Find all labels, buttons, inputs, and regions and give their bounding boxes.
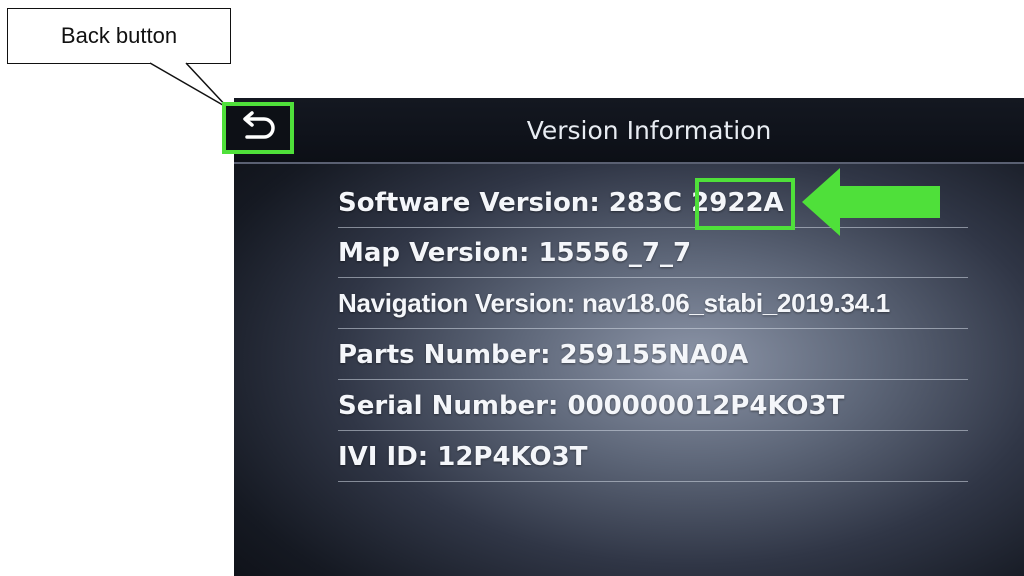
map-version-row[interactable]: Map Version: 15556_7_7 [338,228,968,278]
callout-label: Back button [60,23,178,48]
parts-number-label: Parts Number: 259155NA0A [338,339,749,370]
back-arrow-icon [243,111,275,139]
map-version-label: Map Version: 15556_7_7 [338,237,692,268]
ivi-id-label: IVI ID: 12P4KO3T [338,441,588,472]
navigation-version-label: Navigation Version: nav18.06_stabi_2019.… [338,288,890,318]
page: Back button Version Information Software… [0,0,1024,576]
ivi-id-row[interactable]: IVI ID: 12P4KO3T [338,432,968,482]
parts-number-row[interactable]: Parts Number: 259155NA0A [338,330,968,380]
page-title: Version Information [526,115,772,145]
software-version-row[interactable]: Software Version: 283C 2922A [338,178,968,228]
serial-number-row[interactable]: Serial Number: 000000012P4KO3T [338,381,968,431]
callout-box: Back button [7,8,231,64]
software-version-label: Software Version: 283C 2922A [338,187,784,218]
serial-number-label: Serial Number: 000000012P4KO3T [338,390,845,421]
navigation-version-row[interactable]: Navigation Version: nav18.06_stabi_2019.… [338,279,968,329]
screen-header: Version Information [234,98,1024,164]
back-button[interactable] [222,102,294,154]
head-unit-screen: Version Information Software Version: 28… [234,98,1024,576]
